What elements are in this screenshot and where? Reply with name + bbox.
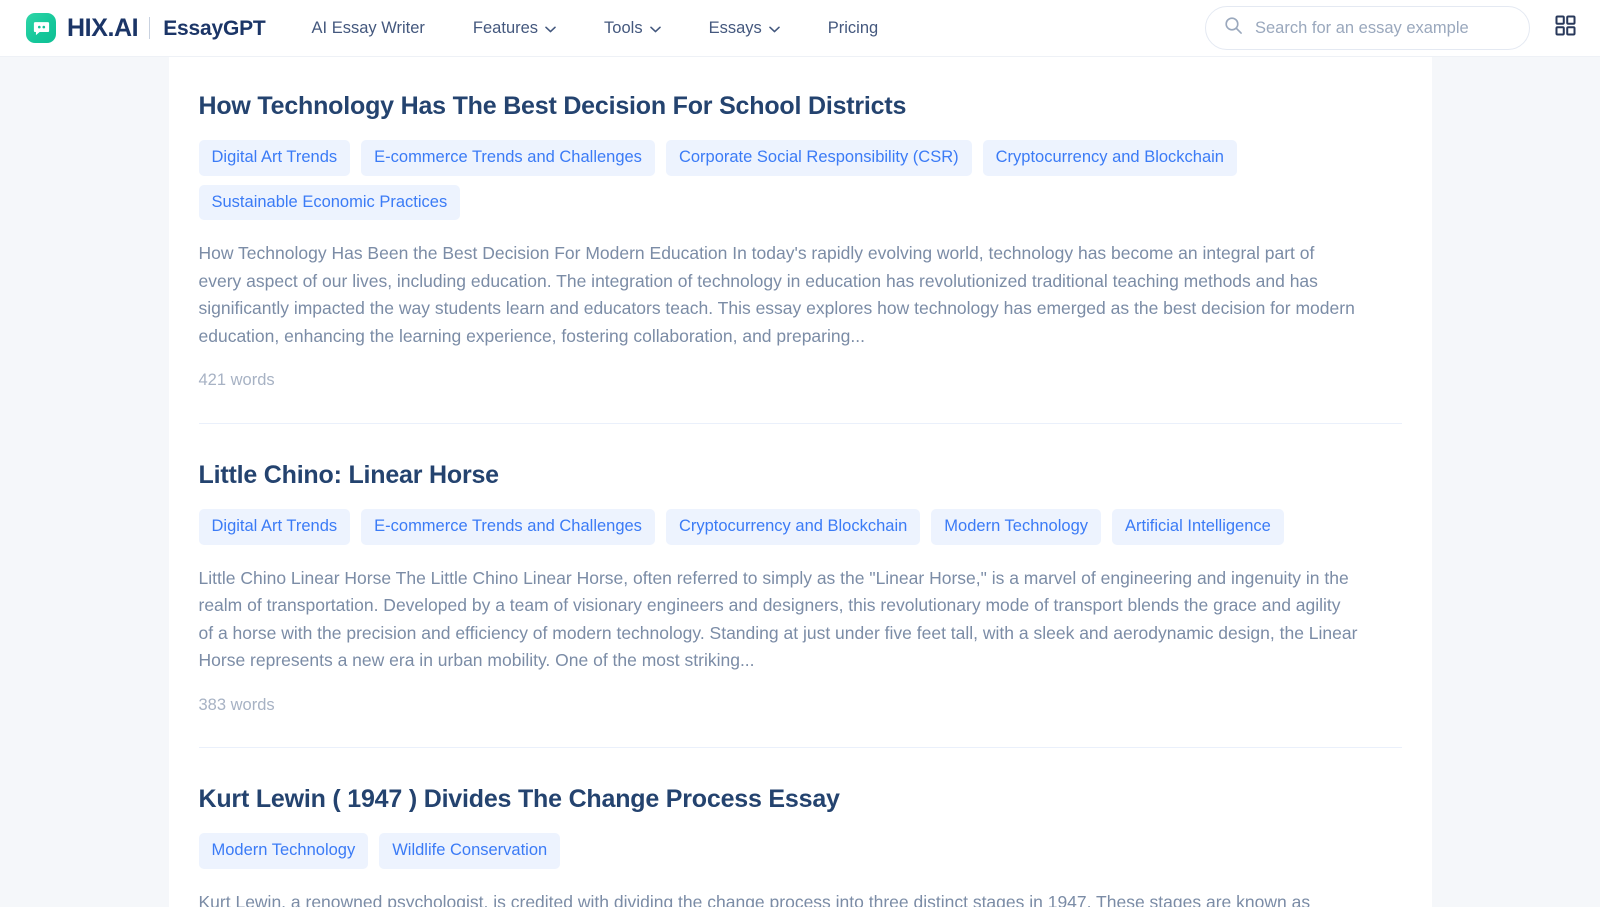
nav-label: AI Essay Writer: [311, 18, 425, 37]
chevron-down-icon: [649, 26, 661, 33]
nav-item-essays[interactable]: Essays: [685, 12, 804, 45]
nav-item-pricing[interactable]: Pricing: [804, 12, 902, 45]
essay-tag[interactable]: Digital Art Trends: [198, 140, 351, 176]
essay-title[interactable]: Kurt Lewin ( 1947 ) Divides The Change P…: [199, 784, 1402, 815]
brand-logo[interactable]: HIX.AI: [26, 13, 139, 43]
chat-bubble-icon: [26, 13, 56, 43]
search-input[interactable]: [1255, 18, 1511, 38]
main-navigation: AI Essay Writer Features Tools Essays Pr…: [312, 12, 903, 45]
search-bar[interactable]: [1205, 6, 1530, 50]
essay-tag[interactable]: Modern Technology: [931, 509, 1102, 545]
essay-excerpt: Little Chino Linear Horse The Little Chi…: [198, 567, 1358, 671]
nav-label: Features: [472, 18, 539, 37]
essay-title[interactable]: Little Chino: Linear Horse: [199, 460, 1402, 491]
page-body: How Technology Has The Best Decision For…: [0, 57, 1600, 907]
essay-tag[interactable]: Sustainable Economic Practices: [198, 184, 461, 221]
search-icon: [1224, 16, 1243, 40]
essay-card: Little Chino: Linear Horse Digital Art T…: [198, 424, 1402, 748]
essay-wordcount: 383 words: [198, 695, 275, 714]
site-header: HIX.AI EssayGPT AI Essay Writer Features…: [0, 0, 1600, 57]
essay-list: How Technology Has The Best Decision For…: [168, 57, 1432, 907]
chevron-down-icon: [768, 26, 780, 33]
essay-tag[interactable]: Digital Art Trends: [198, 509, 351, 545]
product-name[interactable]: EssayGPT: [163, 18, 265, 39]
nav-item-tools[interactable]: Tools: [580, 12, 685, 45]
essay-excerpt: Kurt Lewin, a renowned psychologist, is …: [198, 891, 1311, 907]
brand-name: HIX.AI: [67, 13, 139, 42]
essay-title[interactable]: How Technology Has The Best Decision For…: [199, 91, 1402, 122]
grid-view-button[interactable]: [1552, 15, 1578, 41]
essay-card: Kurt Lewin ( 1947 ) Divides The Change P…: [198, 748, 1402, 907]
essay-wordcount: 421 words: [198, 371, 275, 390]
essay-tag[interactable]: Wildlife Conservation: [379, 833, 561, 869]
essay-excerpt: How Technology Has Been the Best Decisio…: [198, 243, 1355, 346]
nav-label: Tools: [604, 18, 643, 37]
essay-card: How Technology Has The Best Decision For…: [198, 57, 1402, 424]
essay-tag-list: Modern Technology Wildlife Conservation: [198, 833, 1402, 869]
essay-tag[interactable]: E-commerce Trends and Challenges: [361, 140, 655, 176]
nav-label: Pricing: [827, 18, 879, 37]
essay-tag[interactable]: Modern Technology: [198, 833, 369, 869]
essay-tag[interactable]: Cryptocurrency and Blockchain: [982, 140, 1237, 176]
nav-item-features[interactable]: Features: [449, 12, 580, 45]
essay-tag[interactable]: Cryptocurrency and Blockchain: [665, 509, 921, 545]
essay-tag[interactable]: Corporate Social Responsibility (CSR): [665, 140, 972, 176]
essay-tag-list: Digital Art Trends E-commerce Trends and…: [198, 140, 1402, 221]
essay-tag[interactable]: Artificial Intelligence: [1112, 509, 1284, 545]
essay-tag[interactable]: E-commerce Trends and Challenges: [361, 509, 655, 545]
nav-item-ai-essay-writer[interactable]: AI Essay Writer: [312, 12, 449, 45]
grid-2x2-icon: [1554, 14, 1577, 42]
chevron-down-icon: [545, 26, 556, 33]
nav-label: Essays: [708, 18, 762, 37]
brand-divider: [149, 17, 151, 39]
essay-tag-list: Digital Art Trends E-commerce Trends and…: [198, 509, 1402, 545]
header-actions: [1205, 6, 1578, 50]
